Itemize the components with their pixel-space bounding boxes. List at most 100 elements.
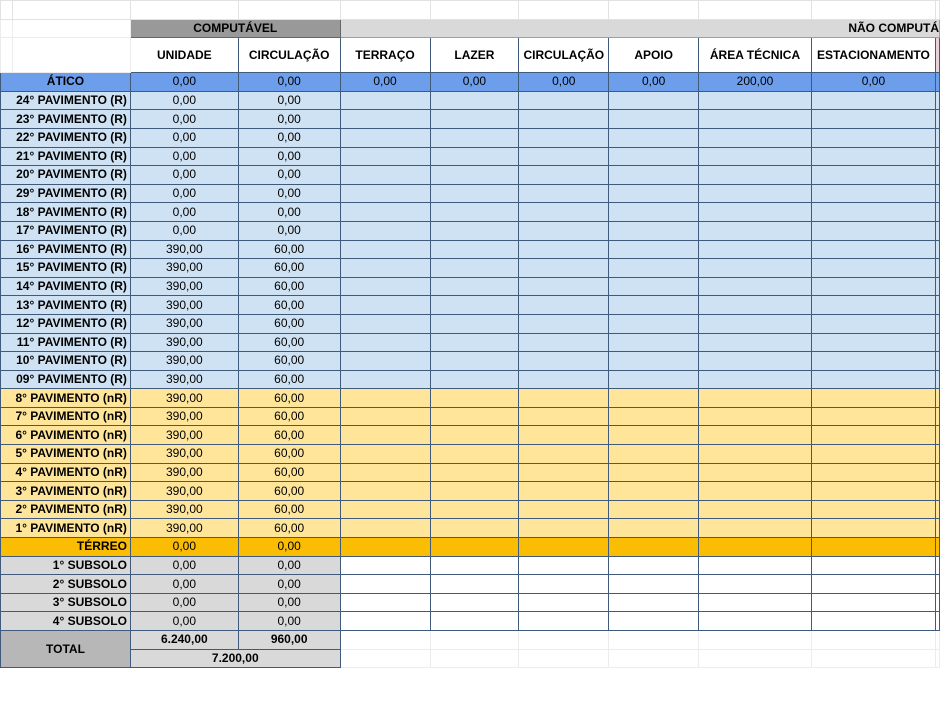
cell[interactable] bbox=[518, 202, 610, 222]
cell[interactable] bbox=[608, 425, 700, 446]
cell[interactable] bbox=[518, 444, 610, 464]
cell[interactable] bbox=[934, 481, 940, 501]
cell[interactable] bbox=[934, 239, 940, 260]
cell-circulacao[interactable]: 60,00 bbox=[237, 332, 341, 353]
cell[interactable] bbox=[810, 369, 936, 390]
cell[interactable] bbox=[698, 90, 812, 111]
cell[interactable] bbox=[339, 276, 431, 297]
cell[interactable] bbox=[518, 313, 610, 334]
cell-circulacao[interactable]: 60,00 bbox=[237, 406, 341, 427]
cell[interactable] bbox=[518, 611, 610, 631]
cell[interactable]: 0,00 bbox=[129, 72, 239, 92]
cell[interactable] bbox=[429, 555, 520, 576]
row-label[interactable]: 15° PAVIMENTO (R) bbox=[0, 258, 131, 278]
cell-unidade[interactable]: 390,00 bbox=[129, 444, 239, 464]
cell[interactable] bbox=[339, 388, 431, 408]
cell[interactable] bbox=[518, 183, 610, 204]
cell[interactable] bbox=[518, 574, 610, 594]
cell[interactable] bbox=[810, 555, 936, 576]
row-label[interactable]: 5° PAVIMENTO (nR) bbox=[0, 444, 131, 464]
cell[interactable] bbox=[429, 183, 520, 204]
cell[interactable] bbox=[698, 276, 812, 297]
cell-circulacao[interactable]: 0,00 bbox=[237, 202, 341, 222]
cell[interactable] bbox=[518, 630, 610, 650]
cell[interactable] bbox=[608, 574, 700, 594]
cell[interactable] bbox=[339, 462, 431, 483]
cell[interactable] bbox=[608, 109, 700, 129]
cell[interactable]: 200,00 bbox=[698, 72, 812, 92]
cell-circulacao[interactable]: 0,00 bbox=[237, 555, 341, 576]
cell[interactable] bbox=[934, 72, 940, 92]
cell[interactable] bbox=[810, 276, 936, 297]
cell[interactable] bbox=[810, 462, 936, 483]
row-label[interactable]: TÉRREO bbox=[0, 537, 131, 557]
cell[interactable] bbox=[608, 90, 700, 111]
cell[interactable] bbox=[518, 90, 610, 111]
computavel-header[interactable]: COMPUTÁVEL bbox=[129, 18, 341, 39]
row-label[interactable]: 7° PAVIMENTO (nR) bbox=[0, 406, 131, 427]
total-label[interactable]: TOTAL bbox=[0, 629, 131, 669]
row-label[interactable]: 6° PAVIMENTO (nR) bbox=[0, 425, 131, 446]
cell-unidade[interactable]: 0,00 bbox=[129, 220, 239, 241]
cell-circulacao[interactable]: 60,00 bbox=[237, 444, 341, 464]
cell[interactable] bbox=[698, 630, 812, 650]
cell[interactable] bbox=[934, 220, 940, 241]
cell[interactable] bbox=[429, 630, 520, 650]
cell[interactable] bbox=[934, 276, 940, 297]
cell-unidade[interactable]: 390,00 bbox=[129, 462, 239, 483]
cell[interactable] bbox=[698, 127, 812, 148]
cell[interactable] bbox=[810, 127, 936, 148]
cell[interactable] bbox=[339, 648, 431, 669]
cell[interactable] bbox=[429, 499, 520, 520]
cell[interactable] bbox=[429, 220, 520, 241]
cell[interactable] bbox=[608, 630, 700, 650]
cell-unidade[interactable]: 0,00 bbox=[129, 165, 239, 185]
cell[interactable] bbox=[429, 165, 520, 185]
cell[interactable] bbox=[810, 630, 936, 650]
cell[interactable] bbox=[429, 202, 520, 222]
cell[interactable] bbox=[934, 592, 940, 613]
cell[interactable] bbox=[934, 202, 940, 222]
cell[interactable] bbox=[934, 518, 940, 539]
cell[interactable] bbox=[608, 127, 700, 148]
cell[interactable] bbox=[429, 481, 520, 501]
cell[interactable] bbox=[810, 220, 936, 241]
cell-unidade[interactable]: 390,00 bbox=[129, 239, 239, 260]
cell[interactable] bbox=[339, 239, 431, 260]
cell[interactable] bbox=[429, 592, 520, 613]
cell[interactable] bbox=[608, 165, 700, 185]
row-label[interactable]: 2° PAVIMENTO (nR) bbox=[0, 499, 131, 520]
cell[interactable] bbox=[698, 220, 812, 241]
col-header-apoio[interactable]: APOIO bbox=[608, 37, 700, 74]
cell[interactable]: 0,00 bbox=[608, 72, 700, 92]
total-sum[interactable]: 7.200,00 bbox=[129, 648, 341, 669]
row-label[interactable]: 3° PAVIMENTO (nR) bbox=[0, 481, 131, 501]
cell[interactable] bbox=[429, 351, 520, 371]
cell-unidade[interactable]: 0,00 bbox=[129, 537, 239, 557]
cell[interactable] bbox=[339, 183, 431, 204]
cell[interactable] bbox=[698, 611, 812, 631]
cell[interactable] bbox=[698, 592, 812, 613]
cell[interactable] bbox=[810, 258, 936, 278]
cell-unidade[interactable]: 390,00 bbox=[129, 425, 239, 446]
cell[interactable] bbox=[608, 592, 700, 613]
cell[interactable] bbox=[934, 406, 940, 427]
row-label-atico[interactable]: ÁTICO bbox=[0, 72, 131, 92]
cell[interactable] bbox=[698, 462, 812, 483]
cell-unidade[interactable]: 390,00 bbox=[129, 481, 239, 501]
cell[interactable] bbox=[518, 146, 610, 167]
cell-circulacao[interactable]: 0,00 bbox=[237, 611, 341, 631]
row-label[interactable]: 22° PAVIMENTO (R) bbox=[0, 127, 131, 148]
cell[interactable] bbox=[810, 444, 936, 464]
cell-circulacao[interactable]: 0,00 bbox=[237, 109, 341, 129]
cell[interactable] bbox=[429, 295, 520, 315]
cell-circulacao[interactable]: 0,00 bbox=[237, 537, 341, 557]
cell[interactable] bbox=[608, 258, 700, 278]
col-header-terraco[interactable]: TERRAÇO bbox=[339, 37, 431, 74]
cell[interactable] bbox=[518, 518, 610, 539]
cell[interactable] bbox=[810, 165, 936, 185]
cell[interactable] bbox=[608, 220, 700, 241]
cell-circulacao[interactable]: 60,00 bbox=[237, 295, 341, 315]
cell[interactable] bbox=[608, 351, 700, 371]
cell-unidade[interactable]: 390,00 bbox=[129, 518, 239, 539]
